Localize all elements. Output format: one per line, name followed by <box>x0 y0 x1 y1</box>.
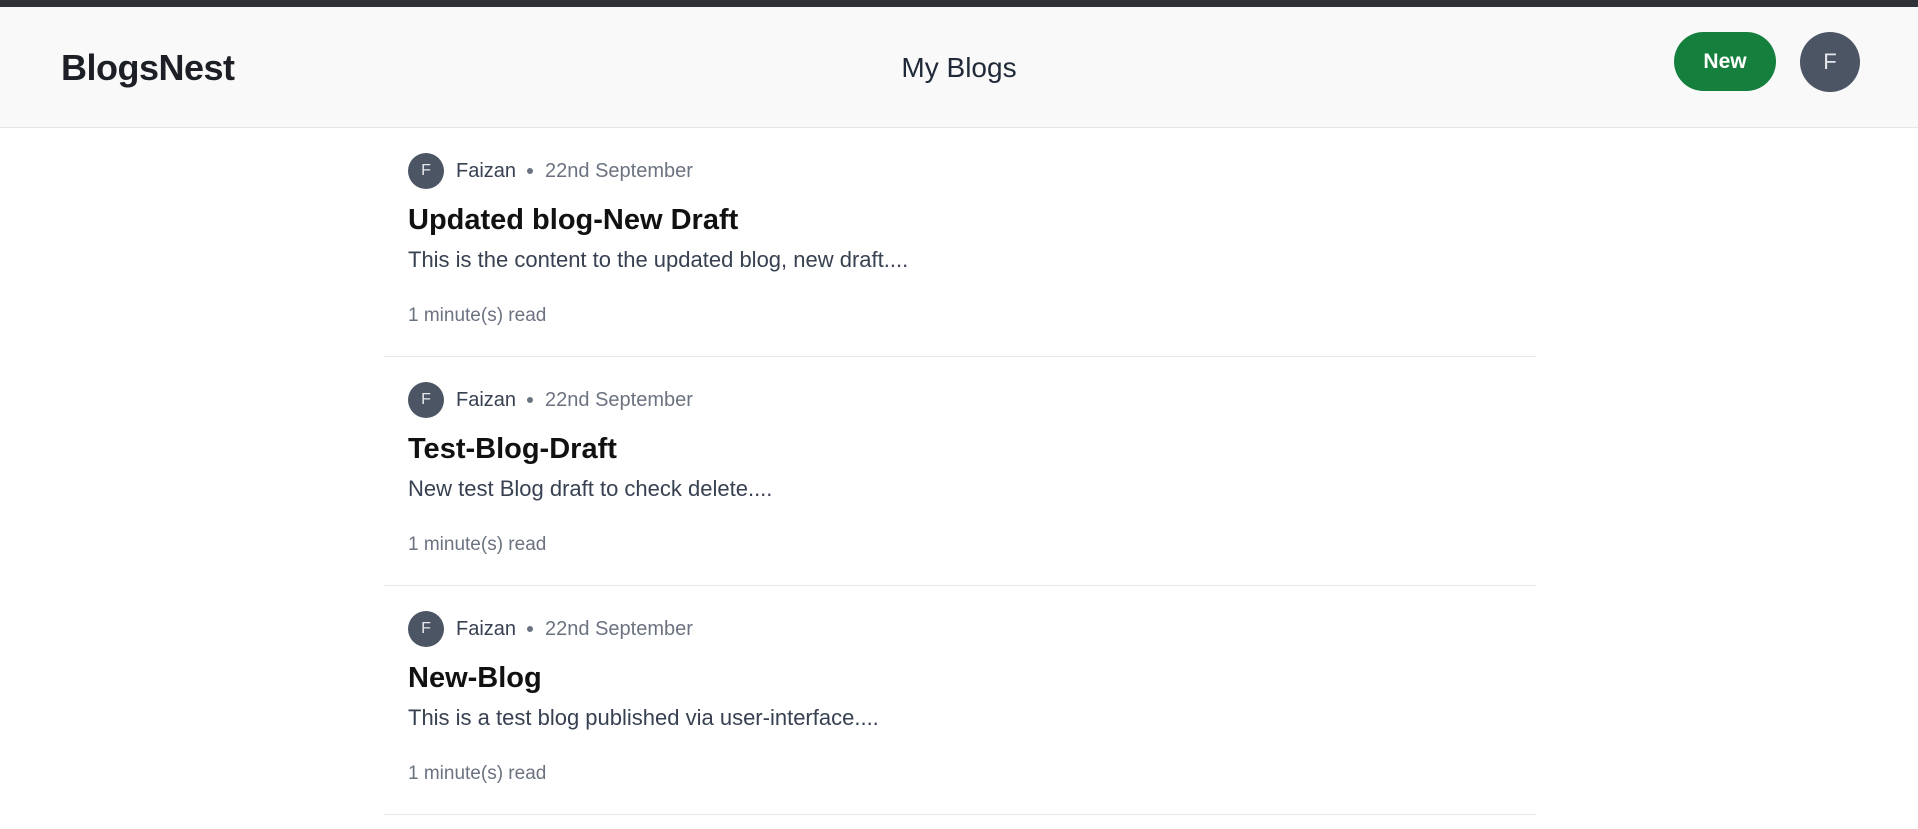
post-title[interactable]: Updated blog-New Draft <box>408 204 738 237</box>
blog-card[interactable]: F Faizan 22nd September Updated blog-New… <box>384 128 1536 357</box>
post-excerpt: This is a test blog published via user-i… <box>408 705 879 730</box>
blog-card[interactable]: F Faizan 22nd September New-Blog This is… <box>384 586 1536 815</box>
post-date: 22nd September <box>545 617 693 640</box>
blog-card[interactable]: F Faizan 22nd September Test-Blog-Draft … <box>384 357 1536 586</box>
top-strip <box>0 0 1918 7</box>
author-name: Faizan <box>456 159 517 182</box>
post-date: 22nd September <box>545 159 693 182</box>
author-avatar: F <box>408 382 444 418</box>
post-meta: F Faizan 22nd September <box>408 611 693 647</box>
author-avatar: F <box>408 611 444 647</box>
separator-dot <box>527 626 534 632</box>
post-title[interactable]: Test-Blog-Draft <box>408 433 617 466</box>
post-date: 22nd September <box>545 388 693 411</box>
blog-list: F Faizan 22nd September Updated blog-New… <box>384 128 1536 815</box>
author-name: Faizan <box>456 617 517 640</box>
separator-dot <box>527 168 534 174</box>
read-time: 1 minute(s) read <box>408 305 547 326</box>
read-time: 1 minute(s) read <box>408 763 547 784</box>
new-post-button[interactable]: New <box>1674 32 1776 91</box>
author-name: Faizan <box>456 388 517 411</box>
separator-dot <box>527 397 534 403</box>
post-meta: F Faizan 22nd September <box>408 153 693 189</box>
user-avatar[interactable]: F <box>1800 32 1860 92</box>
page-title: My Blogs <box>901 52 1017 83</box>
app-header: BlogsNest My Blogs New F <box>0 7 1918 128</box>
post-meta: F Faizan 22nd September <box>408 382 693 418</box>
read-time: 1 minute(s) read <box>408 534 547 555</box>
post-title[interactable]: New-Blog <box>408 662 542 695</box>
post-excerpt: New test Blog draft to check delete.... <box>408 476 773 501</box>
post-excerpt: This is the content to the updated blog,… <box>408 247 909 272</box>
author-avatar: F <box>408 153 444 189</box>
